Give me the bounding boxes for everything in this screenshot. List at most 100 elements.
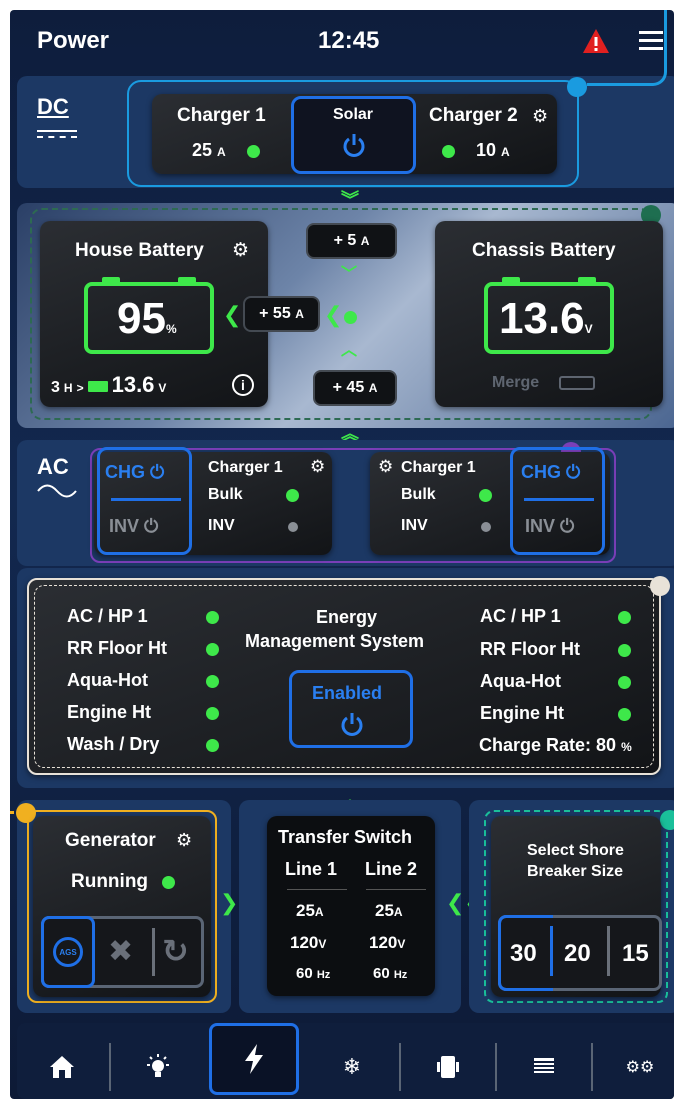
merge-label[interactable]: Merge <box>492 374 539 392</box>
clock-time: 12:45 <box>318 27 380 54</box>
ems-right-item-1: RR Floor Ht <box>480 639 580 659</box>
shore-callout-dot <box>660 810 674 830</box>
solar-power-icon <box>341 132 367 163</box>
ac-right-divider <box>524 498 594 501</box>
info-icon[interactable]: i <box>232 374 254 396</box>
dc-charger1-status-dot <box>247 145 260 158</box>
dc-charger2-status-dot <box>442 145 455 158</box>
nav-shades[interactable] <box>522 1032 566 1099</box>
ems-power-icon <box>339 711 365 742</box>
battery-small-icon <box>87 381 108 392</box>
ems-callout-dot <box>650 576 670 596</box>
nav-power[interactable] <box>209 1023 299 1095</box>
ems-enabled-label: Enabled <box>312 683 383 703</box>
dc-charger2-settings-icon[interactable]: ⚙ <box>532 106 548 127</box>
flow-up-chevron: ︿ <box>341 342 358 359</box>
ems-left-dot-0 <box>206 611 219 624</box>
shore-divider-1 <box>550 926 553 976</box>
nav-lights[interactable] <box>136 1032 180 1099</box>
flow-top-pill: + 5 A <box>306 223 397 259</box>
ems-charge-rate[interactable]: Charge Rate: 80 % <box>479 735 632 756</box>
nav-separator <box>495 1043 497 1091</box>
generator-settings-icon[interactable]: ⚙ <box>176 830 192 851</box>
generator-status-dot <box>162 876 175 889</box>
flow-left-chevron-1: ❮ <box>223 302 242 327</box>
flow-bottom-pill: + 45 A <box>313 370 397 406</box>
nav-settings[interactable]: ⚙⚙ <box>618 1032 662 1099</box>
ac-right-inv-dot <box>481 522 491 532</box>
transfer-line1-label: Line 1 <box>285 859 338 879</box>
nav-climate[interactable]: ❄ <box>330 1032 374 1099</box>
dc-symbol-icon <box>37 130 77 138</box>
nav-separator <box>399 1043 401 1091</box>
dc-charger2-label: Charger 2 <box>429 105 518 126</box>
ac-left-mode-dot <box>286 489 299 502</box>
flow-junction-dot <box>344 311 357 324</box>
shore-option-20[interactable]: 20 <box>564 940 591 968</box>
arrow-icon: > <box>76 381 84 395</box>
ems-left-item-2: Aqua-Hot <box>67 670 148 690</box>
power-icon: ⏻ <box>144 516 159 536</box>
generator-callout-dot <box>16 803 36 823</box>
ac-right-inv: INV <box>401 517 428 534</box>
flow-down-chevron: ﹀ <box>341 266 358 283</box>
slide-icon <box>437 1056 459 1078</box>
transfer-line2-freq: 60 Hz <box>373 965 408 982</box>
ems-left-dot-2 <box>206 675 219 688</box>
generator-stop-icon[interactable]: ✖ <box>108 934 133 969</box>
ems-left-dot-1 <box>206 643 219 656</box>
shore-divider-2 <box>607 926 610 976</box>
ems-title-line1: Energy <box>316 607 378 627</box>
dc-callout-line <box>587 10 667 86</box>
transfer-line2-label: Line 2 <box>365 859 418 879</box>
ac-right-mode: Bulk <box>401 486 436 503</box>
ems-right-item-0: AC / HP 1 <box>480 606 561 626</box>
transfer-line1-voltage: 120V <box>290 933 327 952</box>
ac-sine-icon <box>37 484 77 503</box>
flow-left-chevron-2: ❮ <box>324 302 343 327</box>
generator-callout-line <box>10 811 14 1099</box>
light-icon <box>147 1054 169 1077</box>
power-icon: ⏻ <box>150 462 165 482</box>
ems-left-item-3: Engine Ht <box>67 702 151 722</box>
power-bolt-icon <box>245 1044 263 1074</box>
settings-icon: ⚙⚙ <box>625 1059 655 1076</box>
ac-right-settings-icon[interactable]: ⚙ <box>378 457 393 477</box>
ems-left-item-4: Wash / Dry <box>67 734 160 754</box>
ems-left-item-0: AC / HP 1 <box>67 606 148 626</box>
house-battery-settings-icon[interactable]: ⚙ <box>232 239 249 262</box>
shade-icon <box>534 1058 554 1073</box>
power-icon: ⏻ <box>560 516 575 536</box>
shore-option-30[interactable]: 30 <box>510 940 537 968</box>
nav-separator <box>109 1043 111 1091</box>
ems-left-dot-3 <box>206 707 219 720</box>
ac-left-mode: Bulk <box>208 486 243 503</box>
transfer-divider-2 <box>366 889 426 890</box>
generator-status: Running <box>71 871 149 892</box>
ems-right-item-3: Engine Ht <box>480 703 564 723</box>
ags-button[interactable]: AGS <box>41 916 95 988</box>
page-title: Power <box>37 27 110 54</box>
merge-link-icon[interactable] <box>559 376 595 390</box>
solar-label: Solar <box>333 106 374 123</box>
ags-icon: AGS <box>53 937 83 967</box>
dc-callout-dot <box>567 77 587 97</box>
ac-left-divider <box>111 498 181 501</box>
dc-charger1-label: Charger 1 <box>177 105 266 126</box>
ac-left-settings-icon[interactable]: ⚙ <box>310 457 325 477</box>
generator-restart-icon[interactable]: ↻ <box>162 932 189 970</box>
transfer-title: Transfer Switch <box>278 827 413 847</box>
ac-left-inv-dot <box>288 522 298 532</box>
nav-slides[interactable] <box>426 1032 470 1099</box>
transfer-line2-current: 25A <box>375 901 403 920</box>
shore-option-15[interactable]: 15 <box>622 940 649 968</box>
ac-right-charger-label: Charger 1 <box>401 459 476 476</box>
nav-home[interactable] <box>40 1032 84 1099</box>
home-icon <box>50 1056 74 1078</box>
dc-charger2-value: 10 A <box>476 140 510 160</box>
transfer-divider-1 <box>287 889 347 890</box>
ac-section-label: AC <box>37 454 69 479</box>
dc-charger1-value: 25 A <box>192 140 226 160</box>
nav-separator <box>591 1043 593 1091</box>
flow-mid-pill: + 55 A <box>243 296 320 332</box>
